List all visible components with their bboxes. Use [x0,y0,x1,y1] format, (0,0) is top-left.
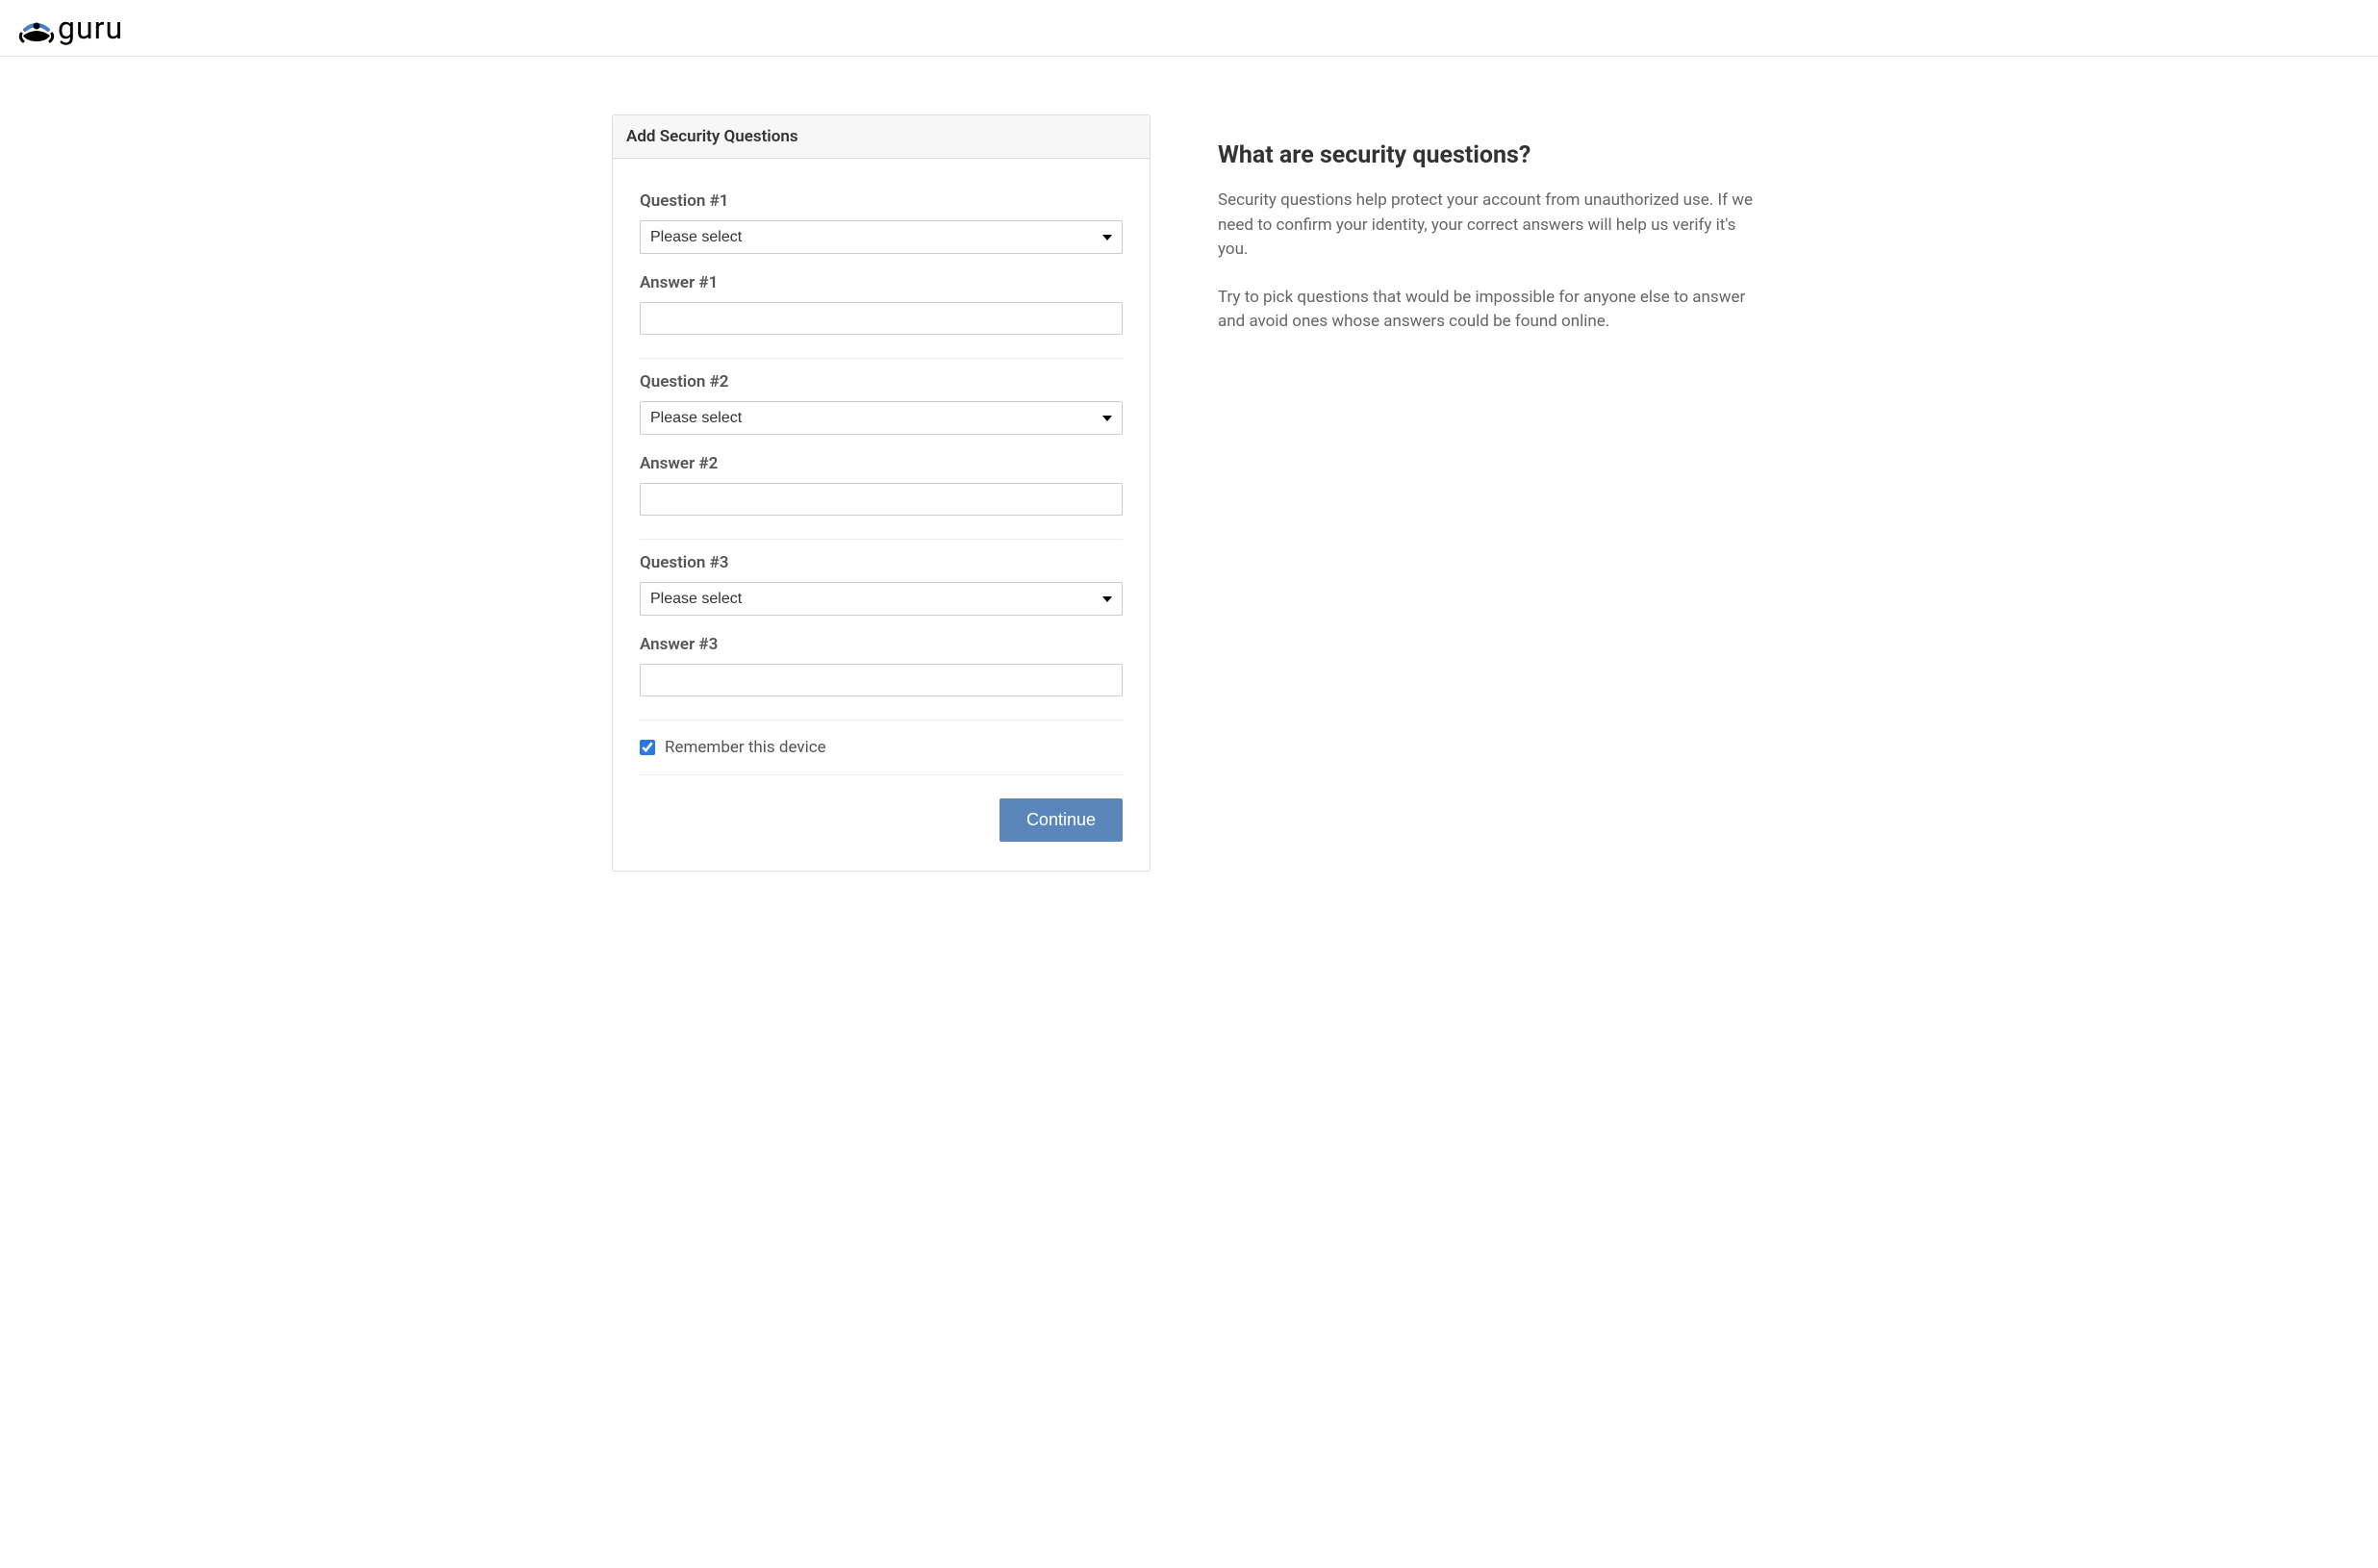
answer-3-input[interactable] [640,664,1123,696]
question-1-label: Question #1 [640,191,1123,211]
info-paragraph-1: Security questions help protect your acc… [1218,189,1766,263]
continue-button[interactable]: Continue [999,798,1123,842]
answer-1-label: Answer #1 [640,273,1123,292]
question-1-select[interactable]: Please select [640,220,1123,254]
info-paragraph-2: Try to pick questions that would be impo… [1218,286,1766,335]
answer-2-label: Answer #2 [640,454,1123,473]
question-2-label: Question #2 [640,372,1123,392]
main-container: Add Security Questions Question #1 Pleas… [593,57,1785,929]
remember-device-section: Remember this device [640,720,1123,774]
remember-device-label: Remember this device [665,738,826,757]
answer-1-input[interactable] [640,302,1123,335]
question-2-select[interactable]: Please select [640,401,1123,435]
answer-2-input[interactable] [640,483,1123,516]
panel-body: Question #1 Please select Answer #1 Ques… [613,159,1150,871]
remember-device-checkbox[interactable] [640,740,655,755]
answer-3-label: Answer #3 [640,635,1123,654]
security-questions-panel: Add Security Questions Question #1 Pleas… [612,114,1151,872]
logo-icon [17,13,56,43]
info-title: What are security questions? [1218,141,1766,169]
question-3-label: Question #3 [640,553,1123,572]
info-panel: What are security questions? Security qu… [1218,114,1766,872]
question-3-select[interactable]: Please select [640,582,1123,616]
button-section: Continue [640,774,1123,842]
question-group-1: Question #1 Please select Answer #1 [640,178,1123,348]
brand-logo[interactable]: guru [17,10,2361,46]
page-header: guru [0,0,2378,57]
panel-title: Add Security Questions [613,115,1150,159]
question-group-2: Question #2 Please select Answer #2 [640,358,1123,529]
logo-text: guru [58,10,123,46]
question-group-3: Question #3 Please select Answer #3 [640,539,1123,710]
